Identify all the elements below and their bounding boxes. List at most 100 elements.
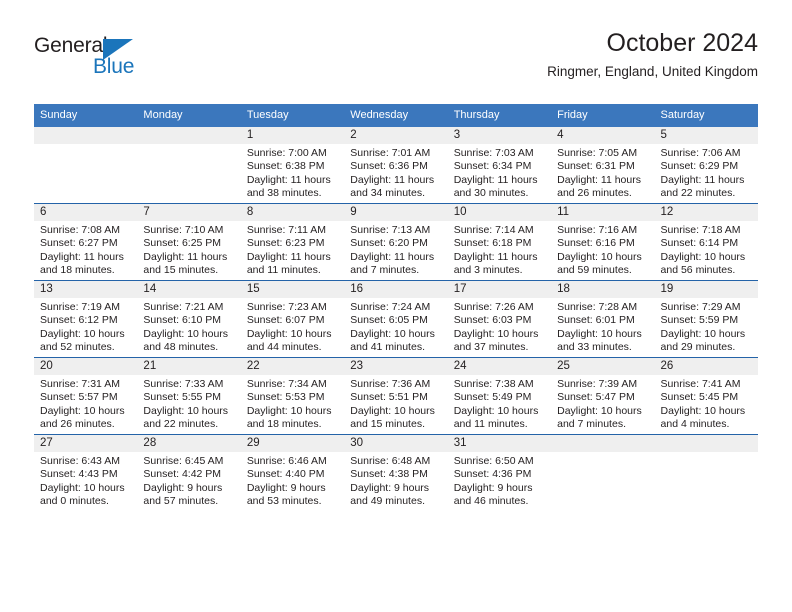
day-details: Sunrise: 7:28 AM Sunset: 6:01 PM Daylight:… <box>551 298 654 354</box>
calendar-cell: 28 Sunrise: 6:45 AM Sunset: 4:42 PM Dayligh… <box>137 434 241 511</box>
day-number: 5 <box>654 127 758 144</box>
sunset-time: Sunset: 4:38 PM <box>350 468 428 481</box>
day-details: Sunrise: 7:39 AM Sunset: 5:47 PM Daylight:… <box>551 375 654 431</box>
sunrise-time: Sunrise: 7:28 AM <box>557 301 638 313</box>
day-details: Sunrise: 6:46 AM Sunset: 4:40 PM Daylight:… <box>241 452 344 508</box>
day-cell[interactable]: 8 Sunrise: 7:11 AM Sunset: 6:23 PM Daylight… <box>240 204 345 280</box>
day-number: 6 <box>34 204 138 221</box>
calendar-cell: 3 Sunrise: 7:03 AM Sunset: 6:34 PM Daylight… <box>447 127 552 204</box>
day-details: Sunrise: 7:13 AM Sunset: 6:20 PM Daylight:… <box>344 221 447 277</box>
daylight-duration-line2: and 52 minutes. <box>40 340 115 353</box>
calendar-cell: 6 Sunrise: 7:08 AM Sunset: 6:27 PM Daylight… <box>34 203 138 281</box>
sunset-time: Sunset: 5:45 PM <box>660 391 739 404</box>
day-cell[interactable]: 28 Sunrise: 6:45 AM Sunset: 4:42 PM Dayligh… <box>137 435 241 511</box>
sunrise-time: Sunrise: 7:21 AM <box>143 301 224 313</box>
calendar-table: Sunday Monday Tuesday Wednesday Thursday Frid… <box>34 104 758 511</box>
weekday-header-saturday: Saturday <box>654 104 758 127</box>
day-cell[interactable]: 12 Sunrise: 7:18 AM Sunset: 6:14 PM Dayligh… <box>654 204 758 280</box>
day-number: 19 <box>654 281 758 298</box>
day-cell[interactable]: 11 Sunrise: 7:16 AM Sunset: 6:16 PM Dayligh… <box>551 204 655 280</box>
day-number: 11 <box>551 204 655 221</box>
day-cell[interactable]: 1 Sunrise: 7:00 AM Sunset: 6:38 PM Daylight… <box>240 127 345 203</box>
daylight-duration-line2: and 0 minutes. <box>40 494 109 507</box>
sunset-time: Sunset: 6:31 PM <box>557 160 635 173</box>
sunrise-time: Sunrise: 7:00 AM <box>246 147 327 159</box>
sunrise-time: Sunrise: 7:01 AM <box>350 147 431 159</box>
day-cell[interactable]: 2 Sunrise: 7:01 AM Sunset: 6:36 PM Daylight… <box>344 127 448 203</box>
title-block: October 2024 Ringmer, England, United Ki… <box>547 28 758 80</box>
day-cell[interactable]: 4 Sunrise: 7:05 AM Sunset: 6:31 PM Daylight… <box>551 127 655 203</box>
sunset-time: Sunset: 6:23 PM <box>246 237 325 250</box>
day-details: Sunrise: 7:10 AM Sunset: 6:25 PM Daylight:… <box>137 221 240 277</box>
sunset-time: Sunset: 5:53 PM <box>246 391 325 404</box>
day-details: Sunrise: 7:06 AM Sunset: 6:29 PM Daylight:… <box>655 144 758 200</box>
day-details: Sunrise: 7:23 AM Sunset: 6:07 PM Daylight:… <box>241 298 344 354</box>
calendar-cell: 8 Sunrise: 7:11 AM Sunset: 6:23 PM Daylight… <box>240 203 345 281</box>
day-number: 27 <box>34 435 138 452</box>
daylight-duration-line1: Daylight: 10 hours <box>557 250 642 263</box>
day-number: 8 <box>240 204 345 221</box>
daylight-duration-line2: and 38 minutes. <box>246 186 322 199</box>
day-number: 20 <box>34 358 138 375</box>
sunrise-time: Sunrise: 7:18 AM <box>660 224 741 236</box>
day-cell[interactable]: 10 Sunrise: 7:14 AM Sunset: 6:18 PM Dayligh… <box>447 204 552 280</box>
day-details: Sunrise: 7:16 AM Sunset: 6:16 PM Daylight:… <box>551 221 654 277</box>
day-cell[interactable]: 14 Sunrise: 7:21 AM Sunset: 6:10 PM Dayligh… <box>137 281 241 357</box>
day-cell[interactable]: 9 Sunrise: 7:13 AM Sunset: 6:20 PM Daylight… <box>344 204 448 280</box>
day-cell[interactable]: 29 Sunrise: 6:46 AM Sunset: 4:40 PM Dayligh… <box>240 435 345 511</box>
daylight-duration-line2: and 41 minutes. <box>350 340 425 353</box>
day-details: Sunrise: 7:08 AM Sunset: 6:27 PM Daylight:… <box>34 221 137 277</box>
day-cell[interactable]: 18 Sunrise: 7:28 AM Sunset: 6:01 PM Dayligh… <box>551 281 655 357</box>
calendar-cell: 2 Sunrise: 7:01 AM Sunset: 6:36 PM Daylight… <box>344 127 448 204</box>
day-details: Sunrise: 7:41 AM Sunset: 5:45 PM Daylight:… <box>655 375 758 431</box>
day-cell[interactable]: 7 Sunrise: 7:10 AM Sunset: 6:25 PM Daylight… <box>137 204 241 280</box>
calendar-cell: 25 Sunrise: 7:39 AM Sunset: 5:47 PM Dayligh… <box>551 357 655 435</box>
daylight-duration-line2: and 4 minutes. <box>660 417 730 430</box>
day-cell[interactable]: 19 Sunrise: 7:29 AM Sunset: 5:59 PM Dayligh… <box>654 281 758 357</box>
calendar-cell: 30 Sunrise: 6:48 AM Sunset: 4:38 PM Dayligh… <box>344 434 448 511</box>
day-details: Sunrise: 7:24 AM Sunset: 6:05 PM Daylight:… <box>344 298 447 354</box>
day-cell[interactable]: 15 Sunrise: 7:23 AM Sunset: 6:07 PM Dayligh… <box>240 281 345 357</box>
daylight-duration-line2: and 15 minutes. <box>350 417 425 430</box>
day-details: Sunrise: 7:34 AM Sunset: 5:53 PM Daylight:… <box>241 375 344 431</box>
daylight-duration-line2: and 56 minutes. <box>660 263 736 276</box>
weekday-header-monday: Monday <box>137 104 241 127</box>
daylight-duration-line1: Daylight: 10 hours <box>143 404 229 417</box>
day-details: Sunrise: 6:43 AM Sunset: 4:43 PM Daylight:… <box>34 452 137 508</box>
day-cell-empty <box>137 127 241 203</box>
logo-text-blue: Blue <box>93 55 135 78</box>
sunrise-time: Sunrise: 6:45 AM <box>143 455 224 467</box>
day-cell[interactable]: 31 Sunrise: 6:50 AM Sunset: 4:36 PM Dayligh… <box>447 435 552 511</box>
day-cell[interactable]: 26 Sunrise: 7:41 AM Sunset: 5:45 PM Dayligh… <box>654 358 758 434</box>
day-cell[interactable]: 17 Sunrise: 7:26 AM Sunset: 6:03 PM Dayligh… <box>447 281 552 357</box>
day-cell-empty <box>551 435 655 511</box>
day-cell[interactable]: 21 Sunrise: 7:33 AM Sunset: 5:55 PM Dayligh… <box>137 358 241 434</box>
day-cell[interactable]: 24 Sunrise: 7:38 AM Sunset: 5:49 PM Dayligh… <box>447 358 552 434</box>
sunrise-time: Sunrise: 7:29 AM <box>660 301 741 313</box>
day-cell[interactable]: 30 Sunrise: 6:48 AM Sunset: 4:38 PM Dayligh… <box>344 435 448 511</box>
day-cell[interactable]: 13 Sunrise: 7:19 AM Sunset: 6:12 PM Dayligh… <box>34 281 138 357</box>
daylight-duration-line1: Daylight: 11 hours <box>453 250 538 263</box>
calendar-cell: 19 Sunrise: 7:29 AM Sunset: 5:59 PM Dayligh… <box>654 280 758 358</box>
calendar-week-row: 6 Sunrise: 7:08 AM Sunset: 6:27 PM Daylight… <box>34 203 758 281</box>
day-cell[interactable]: 6 Sunrise: 7:08 AM Sunset: 6:27 PM Daylight… <box>34 204 138 280</box>
daylight-duration-line1: Daylight: 9 hours <box>453 481 533 494</box>
day-number: 31 <box>447 435 552 452</box>
calendar-cell <box>551 434 655 511</box>
calendar-week-row: 1 Sunrise: 7:00 AM Sunset: 6:38 PM Daylight… <box>34 127 758 204</box>
day-cell[interactable]: 22 Sunrise: 7:34 AM Sunset: 5:53 PM Dayligh… <box>240 358 345 434</box>
day-number: 2 <box>344 127 448 144</box>
sunset-time: Sunset: 5:59 PM <box>660 314 739 327</box>
day-cell[interactable]: 20 Sunrise: 7:31 AM Sunset: 5:57 PM Dayligh… <box>34 358 138 434</box>
day-number: 1 <box>240 127 345 144</box>
calendar-cell: 13 Sunrise: 7:19 AM Sunset: 6:12 PM Dayligh… <box>34 280 138 358</box>
sunset-time: Sunset: 4:40 PM <box>246 468 325 481</box>
day-cell[interactable]: 5 Sunrise: 7:06 AM Sunset: 6:29 PM Daylight… <box>654 127 758 203</box>
day-number: 22 <box>240 358 345 375</box>
day-cell[interactable]: 16 Sunrise: 7:24 AM Sunset: 6:05 PM Dayligh… <box>344 281 448 357</box>
day-cell[interactable]: 25 Sunrise: 7:39 AM Sunset: 5:47 PM Dayligh… <box>551 358 655 434</box>
day-cell[interactable]: 27 Sunrise: 6:43 AM Sunset: 4:43 PM Dayligh… <box>34 435 138 511</box>
day-cell[interactable]: 3 Sunrise: 7:03 AM Sunset: 6:34 PM Daylight… <box>447 127 552 203</box>
day-cell[interactable]: 23 Sunrise: 7:36 AM Sunset: 5:51 PM Dayligh… <box>344 358 448 434</box>
sunset-time: Sunset: 6:05 PM <box>350 314 428 327</box>
